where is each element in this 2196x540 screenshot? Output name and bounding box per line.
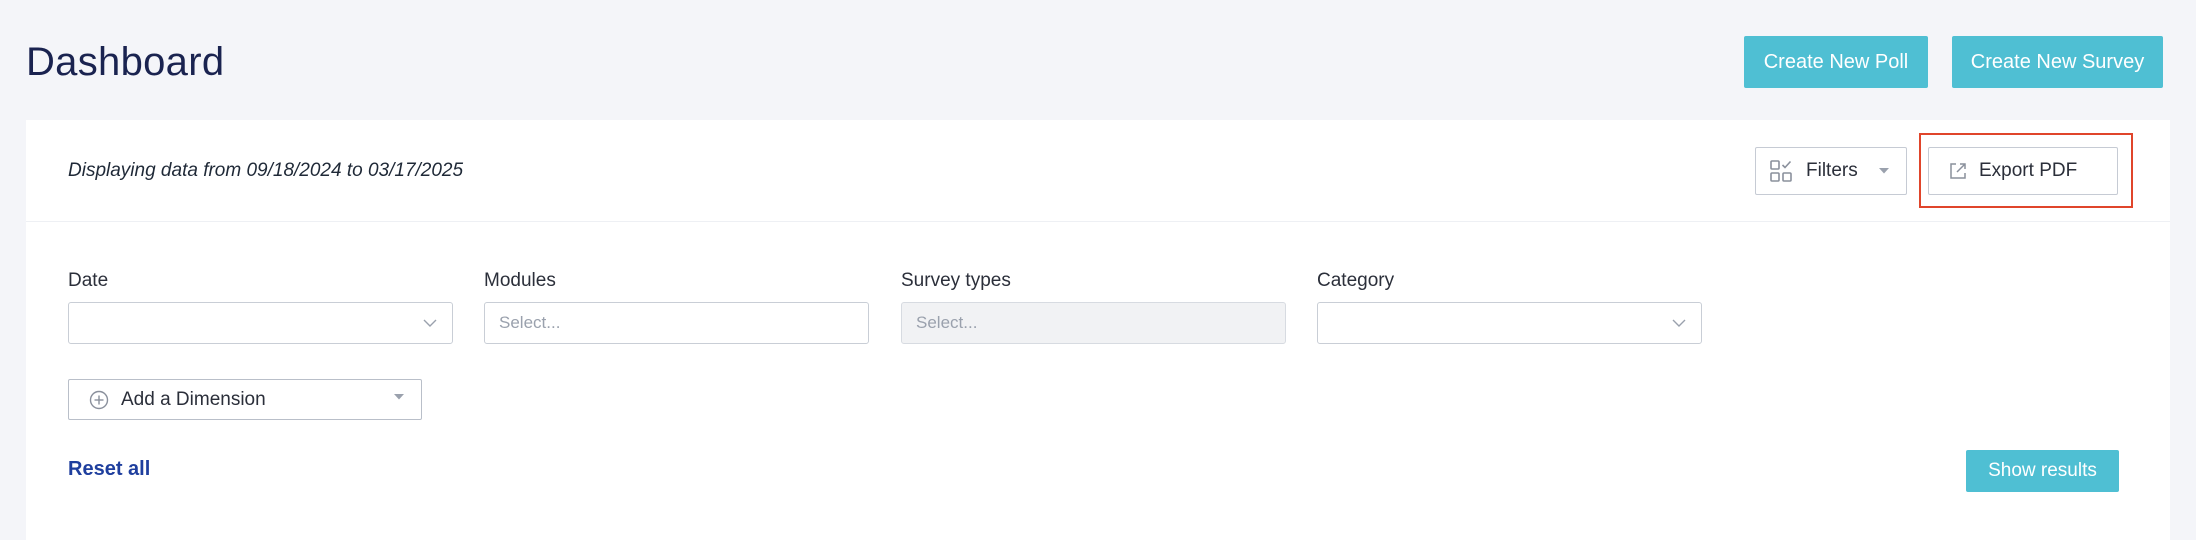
add-dimension-button[interactable]: Add a Dimension (68, 379, 422, 420)
filter-grid-icon (1770, 160, 1792, 182)
plus-circle-icon (89, 390, 109, 410)
dashboard-card: Displaying data from 09/18/2024 to 03/17… (26, 120, 2170, 540)
modules-placeholder: Select... (499, 313, 561, 332)
page-header: Dashboard Create New Poll Create New Sur… (0, 0, 2196, 120)
filters-button[interactable]: Filters (1755, 147, 1907, 195)
create-new-survey-button[interactable]: Create New Survey (1952, 36, 2163, 88)
date-label: Date (68, 270, 109, 291)
chevron-down-icon (422, 315, 438, 331)
survey-types-placeholder: Select... (916, 313, 978, 332)
add-dimension-label: Add a Dimension (121, 388, 266, 410)
survey-types-label: Survey types (901, 270, 1011, 291)
card-toolbar: Displaying data from 09/18/2024 to 03/17… (26, 120, 2170, 222)
category-label: Category (1317, 270, 1395, 291)
chevron-down-icon (393, 393, 405, 401)
filters-label: Filters (1806, 160, 1858, 181)
export-pdf-button[interactable]: Export PDF (1928, 147, 2118, 195)
export-pdf-label: Export PDF (1979, 160, 2078, 181)
page-title: Dashboard (26, 40, 225, 84)
modules-select[interactable]: Select... (484, 302, 869, 344)
create-new-poll-button[interactable]: Create New Poll (1744, 36, 1928, 88)
reset-all-link[interactable]: Reset all (68, 458, 150, 481)
category-select[interactable] (1317, 302, 1702, 344)
export-arrow-icon (1949, 162, 1967, 180)
chevron-down-icon (1878, 167, 1890, 175)
chevron-down-icon (1671, 315, 1687, 331)
show-results-button[interactable]: Show results (1966, 450, 2119, 492)
modules-label: Modules (484, 270, 556, 291)
survey-types-select[interactable]: Select... (901, 302, 1286, 344)
date-range-text: Displaying data from 09/18/2024 to 03/17… (68, 160, 464, 181)
date-select[interactable] (68, 302, 453, 344)
